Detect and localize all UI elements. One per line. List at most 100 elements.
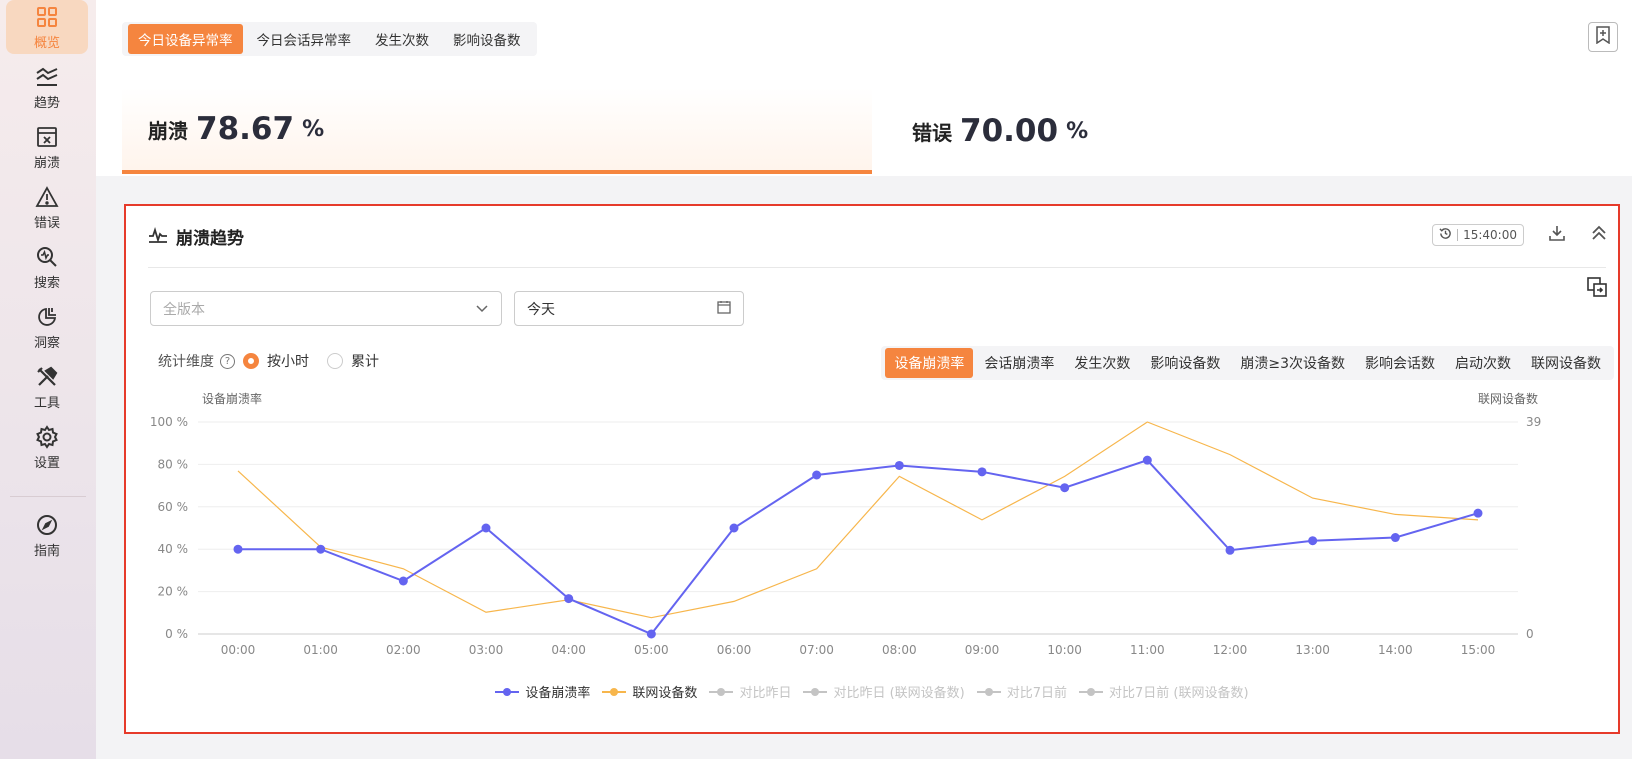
sidebar-item-label: 错误 bbox=[33, 215, 60, 231]
data-point bbox=[977, 467, 987, 477]
legend-item[interactable]: 对比7日前 (联网设备数) bbox=[1079, 682, 1249, 701]
x-tick-label: 02:00 bbox=[386, 643, 421, 657]
metric-value: 78.67 bbox=[196, 111, 295, 147]
tab-session-crash-rate[interactable]: 会话崩溃率 bbox=[975, 348, 1063, 378]
bookmark-button[interactable] bbox=[1588, 22, 1618, 52]
sidebar-item-overview[interactable]: 概览 bbox=[6, 0, 88, 54]
y-tick-label: 0 % bbox=[165, 627, 188, 641]
data-point bbox=[1225, 545, 1235, 555]
date-picker[interactable]: 今天 bbox=[514, 291, 744, 326]
x-tick-label: 03:00 bbox=[469, 643, 504, 657]
sidebar-item-label: 崩溃 bbox=[33, 155, 60, 171]
header-divider bbox=[148, 267, 1606, 268]
sidebar-item-trend[interactable]: 趋势 bbox=[6, 60, 88, 114]
radio-dot bbox=[327, 353, 343, 369]
warning-icon bbox=[34, 184, 60, 210]
data-point bbox=[1473, 508, 1483, 518]
legend-item[interactable]: 对比昨日 (联网设备数) bbox=[803, 682, 965, 701]
version-select[interactable]: 全版本 bbox=[150, 291, 502, 326]
legend-swatch bbox=[803, 687, 828, 697]
search-icon bbox=[34, 244, 60, 270]
radio-by-hour[interactable]: 按小时 bbox=[243, 351, 309, 371]
legend-item[interactable]: 对比7日前 bbox=[976, 682, 1068, 701]
data-point bbox=[729, 523, 739, 533]
metric-unit: % bbox=[302, 116, 325, 142]
sidebar-item-insight[interactable]: 洞察 bbox=[6, 300, 88, 354]
help-icon[interactable]: ? bbox=[220, 353, 235, 369]
x-tick-label: 13:00 bbox=[1295, 643, 1330, 657]
metric-error[interactable]: 错误 70.00 % bbox=[886, 88, 1586, 174]
metric-tabs: 设备崩溃率 会话崩溃率 发生次数 影响设备数 崩溃≥3次设备数 影响会话数 启动… bbox=[881, 346, 1614, 380]
radio-cumulative[interactable]: 累计 bbox=[327, 351, 379, 371]
dimension-label: 统计维度 bbox=[158, 354, 214, 370]
legend-label: 联网设备数 bbox=[632, 686, 698, 701]
tab-affected-devices[interactable]: 影响设备数 bbox=[1141, 348, 1229, 378]
legend-item[interactable]: 对比昨日 bbox=[709, 682, 791, 701]
sidebar-item-error[interactable]: 错误 bbox=[6, 180, 88, 234]
sidebar-divider bbox=[10, 496, 86, 497]
pulse-icon bbox=[148, 226, 168, 247]
crash-trend-card: 崩溃趋势 15:40:00 全版本 今天 统计维度 ? 按小时 累计 设备崩溃率… bbox=[124, 204, 1620, 734]
metric-unit: % bbox=[1066, 118, 1089, 144]
refresh-time-badge[interactable]: 15:40:00 bbox=[1432, 224, 1524, 246]
radio-label: 累计 bbox=[351, 354, 379, 370]
sidebar-item-tools[interactable]: 工具 bbox=[6, 360, 88, 414]
tab-crash-3plus-devices[interactable]: 崩溃≥3次设备数 bbox=[1231, 348, 1354, 378]
legend-item[interactable]: 联网设备数 bbox=[602, 682, 697, 701]
y2-tick-label: 39 bbox=[1526, 415, 1541, 429]
dimension-row: 统计维度 ? 按小时 累计 bbox=[158, 351, 397, 371]
legend-label: 对比7日前 bbox=[1006, 686, 1068, 701]
download-button[interactable] bbox=[1544, 222, 1570, 248]
export-button[interactable] bbox=[1584, 276, 1610, 302]
metric-crash[interactable]: 崩溃 78.67 % bbox=[122, 88, 872, 174]
tab-device-anomaly-rate[interactable]: 今日设备异常率 bbox=[128, 24, 243, 54]
tab-session-anomaly-rate[interactable]: 今日会话异常率 bbox=[247, 24, 362, 54]
overview-card: 今日设备异常率 今日会话异常率 发生次数 影响设备数 崩溃 78.67 % 错误… bbox=[96, 0, 1632, 176]
bookmark-add-icon bbox=[1594, 26, 1612, 48]
tab-occurrences[interactable]: 发生次数 bbox=[1065, 348, 1139, 378]
tab-affected-sessions[interactable]: 影响会话数 bbox=[1356, 348, 1444, 378]
x-tick-label: 11:00 bbox=[1130, 643, 1165, 657]
y2-axis-label: 联网设备数 bbox=[1478, 391, 1538, 406]
card-title: 崩溃趋势 bbox=[176, 229, 244, 249]
legend-label: 对比昨日 bbox=[739, 686, 792, 701]
data-point bbox=[564, 594, 574, 604]
collapse-button[interactable] bbox=[1586, 222, 1612, 248]
insight-icon bbox=[34, 304, 60, 330]
data-point bbox=[233, 544, 243, 554]
tab-device-crash-rate[interactable]: 设备崩溃率 bbox=[885, 348, 974, 378]
data-point bbox=[812, 470, 822, 480]
metric-value: 70.00 bbox=[960, 113, 1059, 149]
sidebar-item-settings[interactable]: 设置 bbox=[6, 420, 88, 474]
x-tick-label: 04:00 bbox=[551, 643, 586, 657]
tab-launch-count[interactable]: 启动次数 bbox=[1446, 348, 1520, 378]
sidebar-item-guide[interactable]: 指南 bbox=[6, 508, 88, 562]
data-point bbox=[646, 629, 656, 639]
x-tick-label: 08:00 bbox=[882, 643, 917, 657]
metric-label: 错误 bbox=[912, 120, 952, 145]
x-tick-label: 07:00 bbox=[799, 643, 834, 657]
x-tick-label: 00:00 bbox=[221, 643, 256, 657]
tab-occurrence-count[interactable]: 发生次数 bbox=[365, 24, 439, 54]
compass-icon bbox=[34, 512, 60, 538]
y-tick-label: 40 % bbox=[158, 542, 189, 556]
legend-item[interactable]: 设备崩溃率 bbox=[495, 682, 590, 701]
calendar-icon bbox=[717, 299, 731, 318]
legend-swatch bbox=[602, 687, 627, 697]
chevron-down-icon bbox=[475, 299, 489, 318]
sidebar-item-search[interactable]: 搜索 bbox=[6, 240, 88, 294]
y-tick-label: 80 % bbox=[158, 457, 189, 471]
y-tick-label: 20 % bbox=[158, 585, 189, 599]
tab-online-devices[interactable]: 联网设备数 bbox=[1522, 348, 1610, 378]
sidebar-item-label: 趋势 bbox=[33, 95, 60, 111]
series-line bbox=[237, 421, 1479, 619]
x-tick-label: 14:00 bbox=[1378, 643, 1413, 657]
legend-swatch bbox=[1079, 687, 1104, 697]
radio-dot bbox=[243, 353, 259, 369]
sidebar-item-crash[interactable]: 崩溃 bbox=[6, 120, 88, 174]
crash-trend-chart: 设备崩溃率 联网设备数 0 % 20 % 40 % 60 % 80 % 100 % 0 39 00:… bbox=[150, 391, 1541, 657]
sidebar-item-label: 搜索 bbox=[33, 275, 60, 291]
tab-affected-devices[interactable]: 影响设备数 bbox=[443, 24, 531, 54]
y-tick-label: 100 % bbox=[150, 415, 188, 429]
y2-tick-label: 0 bbox=[1526, 627, 1534, 641]
